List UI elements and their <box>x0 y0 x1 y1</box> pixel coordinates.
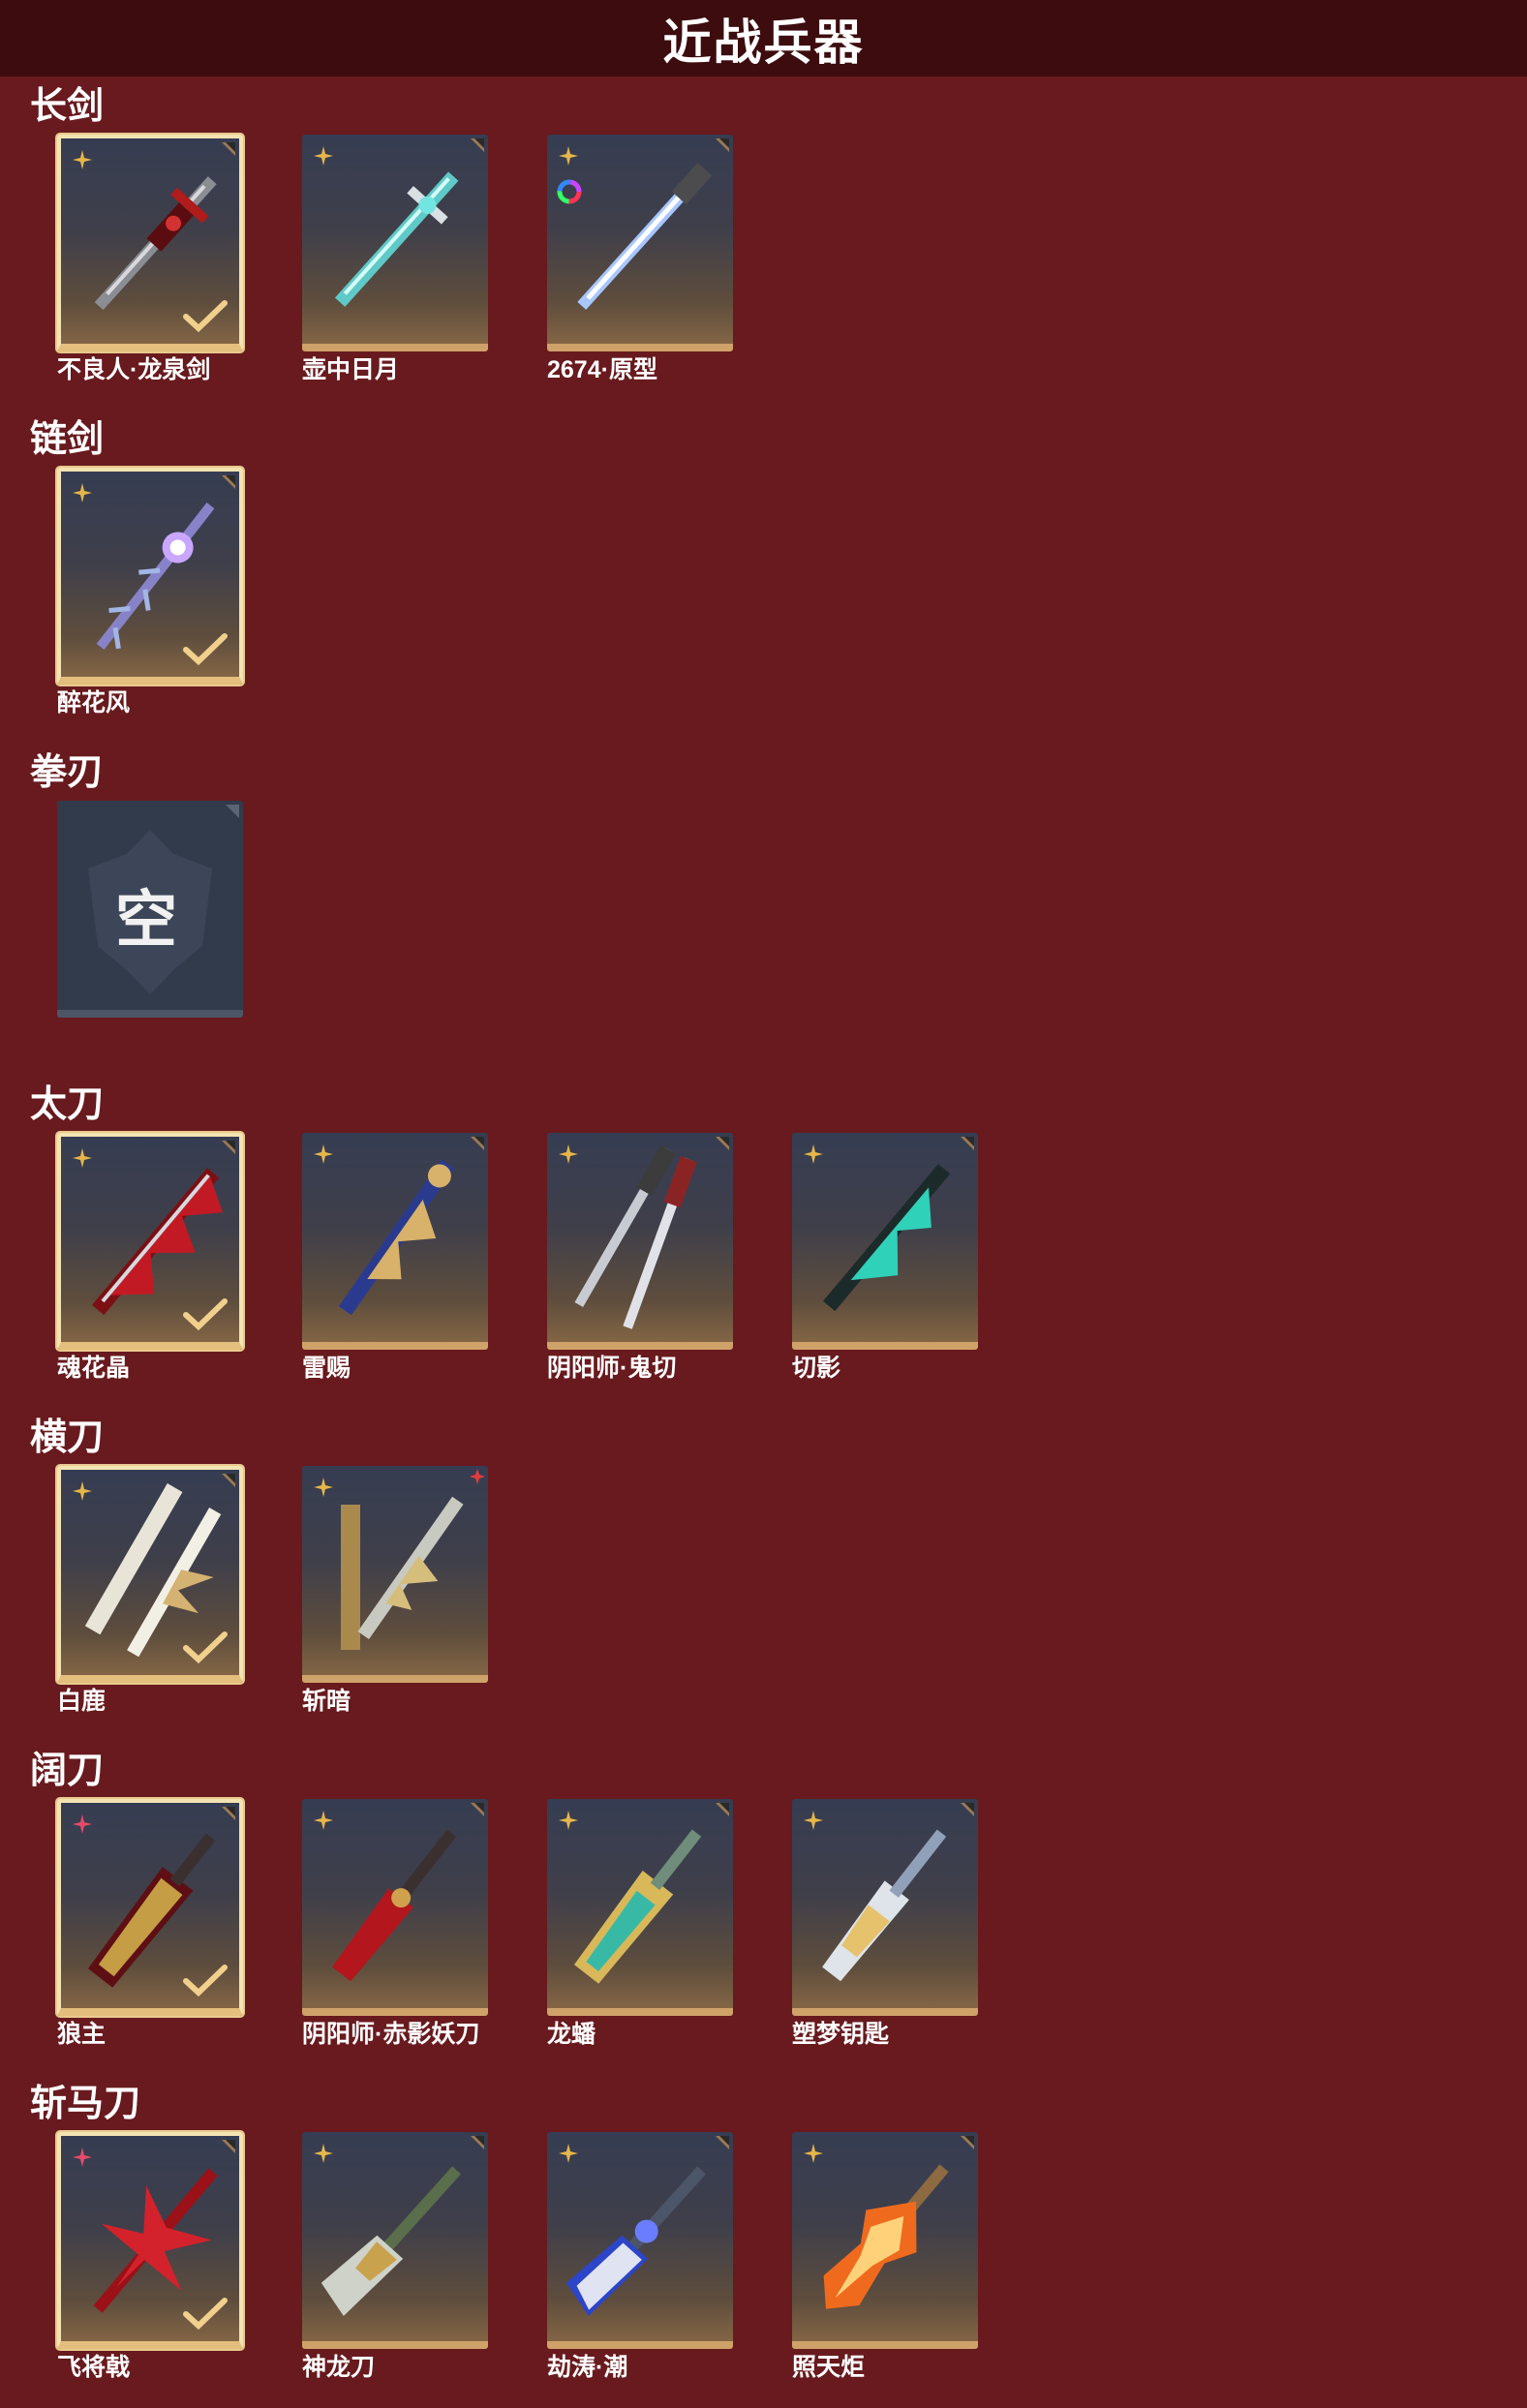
corner-flag-icon <box>961 1803 974 1816</box>
weapon-tile[interactable] <box>547 135 733 351</box>
section-title: 阔刀 <box>30 1751 105 1791</box>
weapon-name: 飞将戟 <box>57 2354 131 2381</box>
page-header: 近战兵器 <box>0 0 1527 76</box>
section-hengdao: 横刀 白鹿 斩暗 <box>0 1416 1527 1735</box>
weapon-name: 2674·原型 <box>547 356 657 383</box>
corner-flag-icon <box>222 1141 235 1154</box>
equipped-check-icon <box>183 1298 228 1331</box>
equipped-check-icon <box>183 1631 228 1664</box>
weapon-name: 劫涛·潮 <box>547 2354 628 2381</box>
corner-flag-icon <box>716 2136 729 2149</box>
weapon-tile[interactable] <box>57 1799 243 2016</box>
corner-flag-icon <box>222 142 235 156</box>
weapon-tile[interactable] <box>302 1799 488 2016</box>
equipped-check-icon <box>183 1965 228 1997</box>
section-chain-sword: 链剑 醉花风 <box>0 417 1527 737</box>
weapon-name: 魂花晶 <box>57 1355 131 1382</box>
gold-shuriken-icon <box>559 2144 578 2163</box>
weapon-tile[interactable] <box>57 468 243 685</box>
corner-flag-icon <box>222 1474 235 1487</box>
weapon-name: 不良人·龙泉剑 <box>57 356 211 383</box>
weapon-tile[interactable] <box>792 1133 978 1350</box>
weapon-tile[interactable] <box>57 2132 243 2349</box>
section-long-sword: 长剑 不良人·龙泉剑 壶中日月 2674·原型 <box>0 84 1527 404</box>
weapon-tile[interactable] <box>57 135 243 351</box>
gold-shuriken-icon <box>73 1148 92 1168</box>
corner-flag-icon <box>222 2140 235 2153</box>
corner-flag-icon <box>471 1803 484 1816</box>
empty-slot-text: 空 <box>115 885 177 955</box>
section-title: 横刀 <box>30 1417 105 1458</box>
gold-shuriken-icon <box>314 1478 333 1497</box>
weapon-tile[interactable] <box>57 1466 243 1683</box>
weapon-tile[interactable] <box>547 1133 733 1350</box>
corner-flag-icon <box>716 138 729 152</box>
section-fist-blade: 拳刃 空 <box>0 750 1527 1070</box>
rainbow-ring-icon <box>557 179 582 204</box>
weapon-name: 塑梦钥匙 <box>792 2021 890 2048</box>
gold-shuriken-icon <box>314 146 333 166</box>
weapon-tile[interactable] <box>547 1799 733 2016</box>
section-broadsword: 阔刀 狼主 阴阳师·赤影妖刀 龙蟠 塑梦钥匙 <box>0 1749 1527 2068</box>
equipped-check-icon <box>183 300 228 333</box>
gold-shuriken-icon <box>804 1811 823 1830</box>
gold-shuriken-icon <box>559 146 578 166</box>
gold-shuriken-icon <box>559 1144 578 1164</box>
red-shuriken-icon <box>73 1814 92 1834</box>
gold-shuriken-icon <box>73 483 92 503</box>
section-tachi: 太刀 魂花晶 雷赐 阴阳师·鬼切 切影 <box>0 1082 1527 1402</box>
weapon-name: 白鹿 <box>57 1688 107 1715</box>
weapon-tile[interactable] <box>792 1799 978 2016</box>
gold-shuriken-icon <box>804 2144 823 2163</box>
gold-shuriken-icon <box>559 1811 578 1830</box>
weapon-tile[interactable] <box>792 2132 978 2349</box>
gold-shuriken-icon <box>314 1144 333 1164</box>
weapon-name: 雷赐 <box>302 1355 351 1382</box>
weapon-name: 阴阳师·赤影妖刀 <box>302 2021 480 2048</box>
weapon-name: 斩暗 <box>302 1688 351 1715</box>
corner-flag-icon <box>471 2136 484 2149</box>
weapon-name: 龙蟠 <box>547 2021 596 2048</box>
weapon-name: 狼主 <box>57 2021 107 2048</box>
weapon-name: 切影 <box>792 1355 841 1382</box>
weapon-tile[interactable] <box>302 2132 488 2349</box>
section-title: 拳刃 <box>30 752 105 793</box>
corner-flag-icon <box>716 1803 729 1816</box>
red-star-corner-icon <box>470 1469 485 1484</box>
page-title: 近战兵器 <box>662 15 865 70</box>
weapon-tile[interactable] <box>547 2132 733 2349</box>
corner-flag-icon <box>716 1137 729 1150</box>
weapon-name: 神龙刀 <box>302 2354 376 2381</box>
weapon-tile[interactable] <box>302 135 488 351</box>
corner-flag-icon <box>222 475 235 489</box>
section-title: 长剑 <box>30 86 105 127</box>
section-title: 链剑 <box>30 419 105 460</box>
gold-shuriken-icon <box>314 1811 333 1830</box>
weapon-tile[interactable] <box>302 1466 488 1683</box>
gold-shuriken-icon <box>73 1481 92 1501</box>
section-title: 斩马刀 <box>30 2084 141 2124</box>
gold-shuriken-icon <box>314 2144 333 2163</box>
section-title: 太刀 <box>30 1084 105 1125</box>
weapon-tile[interactable] <box>302 1133 488 1350</box>
red-shuriken-icon <box>73 2148 92 2167</box>
weapon-name: 阴阳师·鬼切 <box>547 1355 677 1382</box>
weapon-name: 醉花风 <box>57 689 131 716</box>
equipped-check-icon <box>183 2298 228 2331</box>
corner-flag-icon <box>961 2136 974 2149</box>
weapon-name: 壶中日月 <box>302 356 400 383</box>
corner-flag-icon <box>471 1137 484 1150</box>
gold-shuriken-icon <box>73 150 92 169</box>
section-zhanmadao: 斩马刀 飞将戟 神龙刀 劫涛·潮 照天炬 <box>0 2082 1527 2401</box>
empty-slot-tile[interactable]: 空 <box>57 801 243 1018</box>
equipped-check-icon <box>183 633 228 666</box>
corner-flag-icon <box>226 805 239 818</box>
corner-flag-icon <box>471 138 484 152</box>
weapon-tile[interactable] <box>57 1133 243 1350</box>
weapon-name: 照天炬 <box>792 2354 866 2381</box>
corner-flag-icon <box>222 1807 235 1820</box>
corner-flag-icon <box>961 1137 974 1150</box>
gold-shuriken-icon <box>804 1144 823 1164</box>
